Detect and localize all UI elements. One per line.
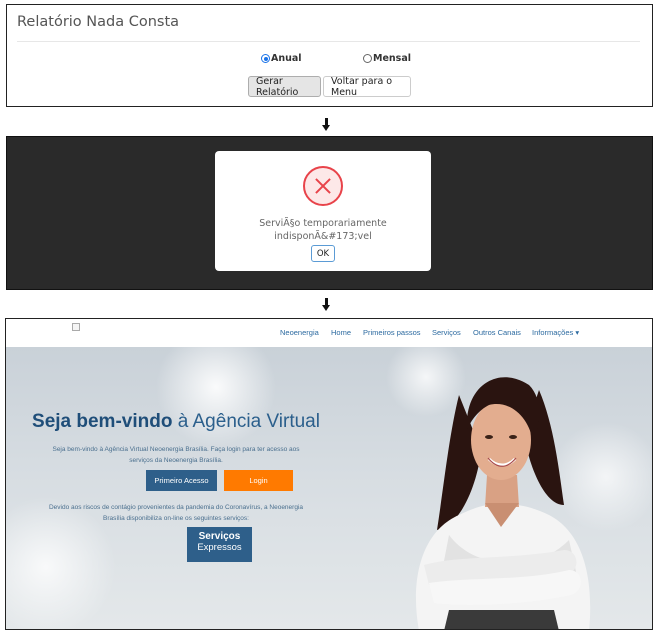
radio-anual-label: Anual [271,53,302,64]
radio-anual[interactable]: Anual [261,53,302,64]
ok-button[interactable]: OK [311,245,335,262]
nav-item-neoenergia[interactable]: Neoenergia [280,328,319,337]
covid-line-1: Devido aos riscos de contágio provenient… [48,504,304,511]
generate-report-button[interactable]: Gerar Relatório [248,76,321,98]
down-arrow-icon [322,118,332,132]
nav-item-servicos[interactable]: Serviços [432,328,461,337]
landing-page: Neoenergia Home Primeiros passos Serviço… [5,318,653,630]
covid-notice: Devido aos riscos de contágio provenient… [6,502,346,524]
hero-title: Seja bem-vindo à Agência Virtual [6,411,346,433]
nav-item-home[interactable]: Home [331,328,351,337]
services-label-2: Expressos [197,542,242,553]
hero-title-rest: à Agência Virtual [172,411,320,432]
divider [17,41,640,42]
intro-text: Seja bem-vindo à Agência Virtual Neoener… [6,444,346,466]
back-to-menu-button[interactable]: Voltar para o Menu [323,76,411,98]
intro-line-1: Seja bem-vindo à Agência Virtual Neoener… [52,446,300,453]
error-message-line2: indisponÃ&#173;vel [274,231,372,242]
hero-title-bold: Seja bem-vindo [32,411,173,432]
nav-item-primeiros-passos[interactable]: Primeiros passos [363,328,421,337]
down-arrow-icon [322,298,332,312]
error-x-icon [303,166,343,206]
woman-photo [416,377,591,629]
radio-mensal-label: Mensal [373,53,411,64]
login-button[interactable]: Login [224,470,293,491]
services-label-1: Serviços [198,531,241,542]
radio-mensal[interactable]: Mensal [363,53,411,64]
report-panel: Relatório Nada Consta Anual Mensal Gerar… [6,4,653,107]
intro-line-2: serviços da Neoenergia Brasília. [129,457,223,464]
page-title: Relatório Nada Consta [17,14,180,30]
first-access-button[interactable]: Primeiro Acesso [146,470,217,491]
nav-item-outros-canais[interactable]: Outros Canais [473,328,521,337]
express-services-button[interactable]: Serviços Expressos [187,527,252,562]
error-dialog: ServiÃ§o temporariamente indisponÃ&#173;… [215,151,431,271]
nav-item-informacoes[interactable]: Informações ▾ [532,328,579,337]
radio-unchecked-icon[interactable] [363,54,372,63]
navbar: Neoenergia Home Primeiros passos Serviço… [6,319,652,347]
radio-checked-icon[interactable] [261,54,270,63]
error-message: ServiÃ§o temporariamente indisponÃ&#173;… [223,217,423,243]
covid-line-2: Brasília disponibiliza on-line os seguin… [103,515,249,522]
error-message-line1: ServiÃ§o temporariamente [259,218,387,229]
broken-logo-image-icon[interactable] [72,323,80,331]
error-overlay: ServiÃ§o temporariamente indisponÃ&#173;… [6,136,653,290]
